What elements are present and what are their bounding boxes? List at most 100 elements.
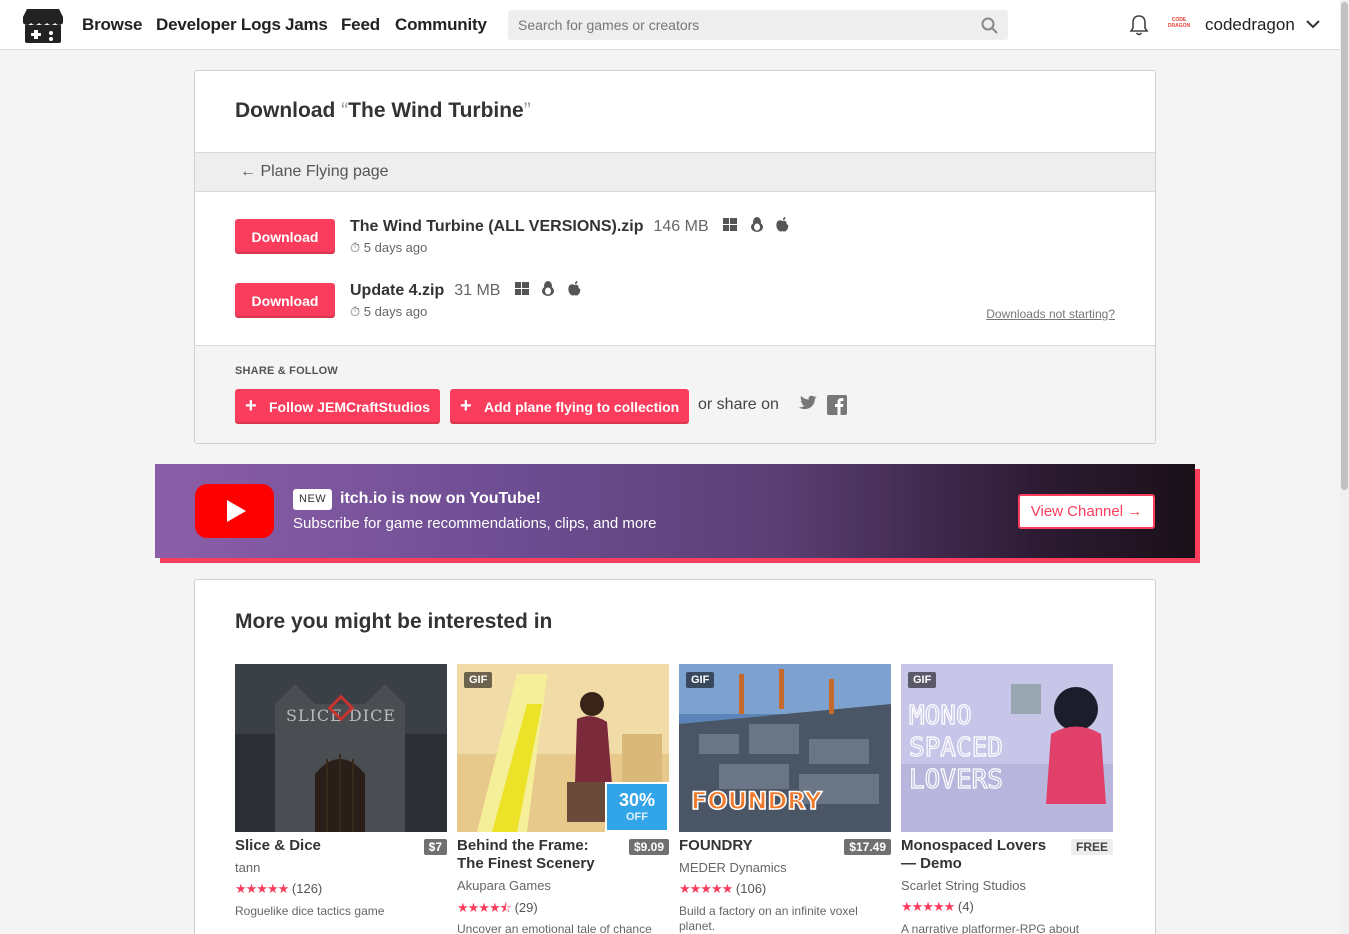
svg-text:MONO: MONO — [909, 701, 972, 731]
download-button[interactable]: Download — [235, 219, 335, 254]
game-description: Roguelike dice tactics game — [235, 904, 385, 918]
clock-icon: ⏱ — [350, 240, 364, 255]
game-description: A narrative platformer-RPG about — [901, 922, 1080, 934]
sale-off-label: OFF — [626, 811, 648, 823]
file-info: The Wind Turbine (ALL VERSIONS).zip 146 M… — [350, 217, 797, 237]
share-section: SHARE & FOLLOW + Follow JEMCraftStudios +… — [195, 345, 1155, 443]
top-header: Browse Developer Logs Jams Feed Communit… — [0, 0, 1340, 50]
page-scrollbar[interactable] — [1340, 0, 1349, 934]
youtube-title: itch.io is now on YouTube! — [340, 490, 541, 507]
linux-icon — [541, 281, 555, 301]
search-box — [508, 10, 1008, 40]
nav-developer-logs[interactable]: Developer Logs — [156, 15, 281, 35]
collection-button-label: Add plane flying to collection — [484, 398, 680, 415]
game-title[interactable]: FOUNDRY — [679, 837, 839, 855]
game-author[interactable]: Scarlet String Studios — [901, 878, 1026, 893]
svg-text:LOVERS: LOVERS — [909, 765, 1003, 795]
gif-badge: GIF — [464, 672, 493, 688]
share-label: SHARE & FOLLOW — [235, 365, 339, 377]
star-rating-icon: ★★★★★ — [901, 899, 955, 914]
review-count: (126) — [291, 881, 323, 896]
add-to-collection-button[interactable]: + Add plane flying to collection — [450, 389, 690, 424]
youtube-banner: NEW itch.io is now on YouTube! Subscribe… — [155, 464, 1195, 558]
file-date-text: 5 days ago — [363, 240, 428, 255]
itch-logo[interactable] — [23, 7, 63, 44]
file-date: ⏱ 5 days ago — [350, 240, 427, 256]
game-thumbnail[interactable]: FOUNDRY GIF — [679, 664, 891, 832]
chevron-down-icon[interactable] — [1305, 16, 1321, 32]
title-prefix: Download — [235, 99, 336, 122]
star-rating-icon: ★★★★⯪ — [457, 900, 512, 915]
game-thumbnail[interactable]: MONO SPACED LOVERS GIF — [901, 664, 1113, 832]
username[interactable]: codedragon — [1205, 15, 1295, 35]
download-button[interactable]: Download — [235, 283, 335, 318]
game-title: The Wind Turbine — [348, 99, 524, 122]
search-icon[interactable] — [981, 17, 998, 34]
game-title[interactable]: Slice & Dice — [235, 837, 395, 855]
file-date: ⏱ 5 days ago — [350, 304, 427, 320]
game-author[interactable]: Akupara Games — [457, 878, 551, 893]
review-count: (4) — [957, 899, 974, 914]
plus-icon: + — [245, 395, 257, 417]
back-link[interactable]: ← Plane Flying page — [240, 163, 389, 181]
svg-text:SPACED: SPACED — [909, 733, 1003, 763]
follow-button-label: Follow JEMCraftStudios — [269, 398, 430, 415]
price-badge: FREE — [1070, 839, 1113, 855]
scrollbar-thumb[interactable] — [1341, 2, 1348, 490]
follow-button[interactable]: + Follow JEMCraftStudios — [235, 389, 440, 424]
gif-badge: GIF — [686, 672, 715, 688]
game-author[interactable]: tann — [235, 860, 260, 875]
price-badge: $7 — [423, 839, 447, 855]
review-count: (29) — [514, 900, 538, 915]
twitter-icon[interactable] — [796, 395, 817, 413]
file-date-text: 5 days ago — [363, 304, 428, 319]
game-author[interactable]: MEDER Dynamics — [679, 860, 787, 875]
game-thumbnail[interactable]: SLICE DICE — [235, 664, 447, 832]
plus-icon: + — [460, 395, 472, 417]
game-rating: ★★★★★ (106) — [679, 881, 766, 897]
search-input[interactable] — [508, 10, 978, 40]
view-channel-button[interactable]: View Channel → — [1018, 494, 1155, 529]
new-badge: NEW — [293, 489, 333, 510]
apple-icon — [568, 281, 581, 301]
file-info: Update 4.zip 31 MB — [350, 281, 589, 301]
user-avatar[interactable]: CODE DRAGON — [1167, 14, 1191, 36]
gif-badge: GIF — [908, 672, 937, 688]
recommendations-title: More you might be interested in — [235, 610, 553, 633]
star-rating-icon: ★★★★★ — [679, 881, 733, 896]
review-count: (106) — [735, 881, 767, 896]
svg-text:FOUNDRY: FOUNDRY — [691, 787, 822, 815]
arrow-left-icon: ← — [240, 163, 261, 180]
nav-feed[interactable]: Feed — [341, 15, 380, 35]
back-bar: ← Plane Flying page — [195, 152, 1155, 192]
nav-browse[interactable]: Browse — [82, 15, 142, 35]
recommendations-panel: More you might be interested in SLICE DI… — [194, 579, 1156, 934]
svg-text:SLICE DICE: SLICE DICE — [286, 706, 396, 725]
close-quote: ” — [523, 99, 531, 122]
notification-bell-icon[interactable] — [1129, 14, 1149, 36]
facebook-icon[interactable] — [827, 395, 847, 415]
star-rating-icon: ★★★★★ — [235, 881, 289, 896]
download-panel: Download “The Wind Turbine” ← Plane Flyi… — [194, 70, 1156, 444]
price-badge: $9.09 — [628, 839, 669, 855]
nav-community[interactable]: Community — [395, 15, 487, 35]
windows-icon — [723, 218, 738, 237]
game-title[interactable]: Monospaced Lovers — Demo — [901, 837, 1061, 873]
game-card[interactable]: FOUNDRY GIF FOUNDRY $17.49 MEDER Dynamic… — [679, 664, 891, 933]
apple-icon — [776, 217, 789, 237]
game-card[interactable]: MONO SPACED LOVERS GIF Monospaced Lovers… — [901, 664, 1113, 934]
game-card[interactable]: GIF 30% OFF Behind the Frame: The Finest … — [457, 664, 669, 934]
game-rating: ★★★★★ (126) — [235, 881, 322, 897]
youtube-subtitle: Subscribe for game recommendations, clip… — [293, 515, 657, 532]
sale-percent: 30% — [618, 790, 656, 810]
game-thumbnail[interactable]: GIF 30% OFF — [457, 664, 669, 832]
game-card[interactable]: SLICE DICE Slice & Dice $7 tann ★★★★★ (1… — [235, 664, 447, 918]
youtube-play-icon — [195, 484, 274, 538]
game-title[interactable]: Behind the Frame: The Finest Scenery — [457, 837, 617, 873]
nav-jams[interactable]: Jams — [285, 15, 328, 35]
game-description: Build a factory on an infinite voxel pla… — [679, 904, 858, 933]
file-size: 31 MB — [454, 282, 501, 299]
downloads-not-starting-link[interactable]: Downloads not starting? — [986, 307, 1115, 321]
file-name: Update 4.zip — [350, 282, 445, 299]
back-link-label: Plane Flying page — [260, 163, 389, 180]
